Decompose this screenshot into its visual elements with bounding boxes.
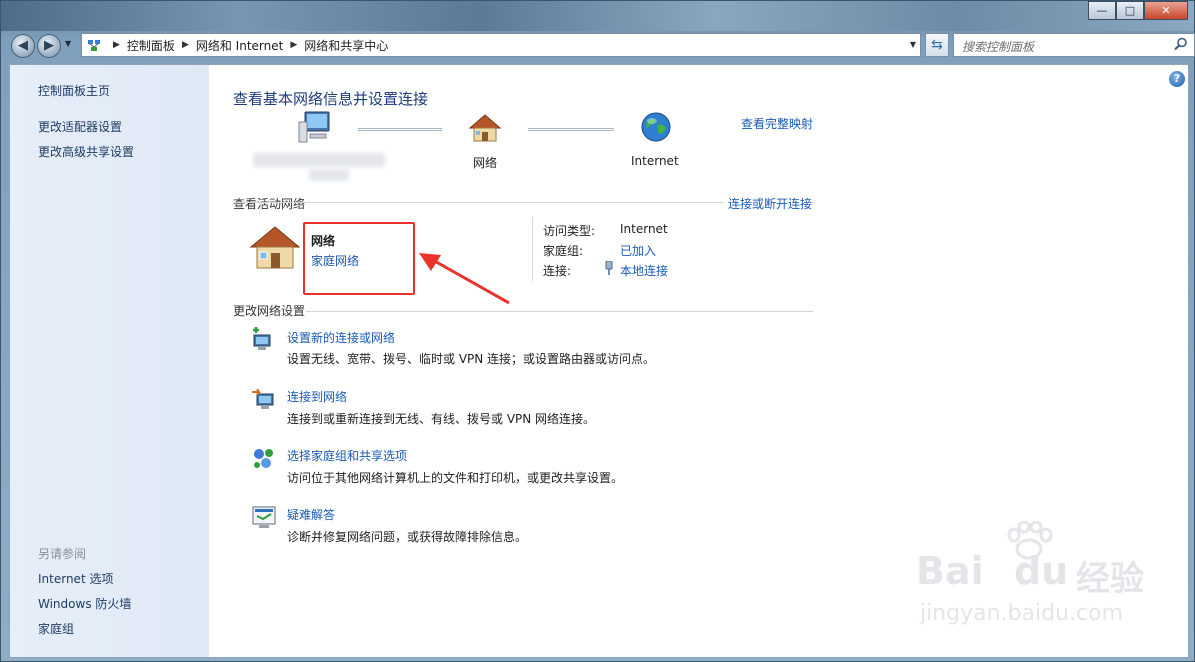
search-box[interactable]: 搜索控制面板 [953, 33, 1195, 57]
task-homegroup-sharing-link[interactable]: 选择家庭组和共享选项 [287, 447, 407, 464]
map-connector [528, 128, 614, 131]
ethernet-icon [605, 261, 613, 275]
address-dropdown-icon[interactable]: ▼ [910, 40, 916, 49]
connections-label: 连接: [543, 264, 572, 278]
watermark-brand: Bai [916, 549, 984, 593]
history-dropdown-icon[interactable]: ▼ [65, 39, 71, 48]
task-setup-connection-desc: 设置无线、宽带、拨号、临时或 VPN 连接；或设置路由器或访问点。 [287, 352, 656, 366]
task-troubleshoot-desc: 诊断并修复网络问题，或获得故障排除信息。 [287, 530, 528, 544]
window-controls: — □ ✕ [1088, 1, 1188, 21]
task-setup-connection-link[interactable]: 设置新的连接或网络 [287, 329, 395, 346]
watermark-url: jingyan.baidu.com [920, 601, 1124, 626]
maximize-button[interactable]: □ [1116, 1, 1144, 20]
blurred-computer-name [253, 153, 385, 167]
breadcrumb-separator-icon[interactable]: ▶ [290, 40, 297, 50]
map-connector [358, 128, 442, 131]
homegroup-label: 家庭组: [543, 244, 584, 258]
sidebar: 控制面板主页 更改适配器设置 更改高级共享设置 另请参阅 Internet 选项… [10, 65, 209, 657]
local-connection-link[interactable]: 本地连接 [620, 262, 668, 279]
baidu-watermark: Bai du 经验 jingyan.baidu.com [916, 521, 1186, 641]
section-divider [306, 311, 813, 312]
network-folder-icon [86, 37, 102, 53]
connect-network-icon [252, 388, 274, 409]
watermark-brand-du: du [1014, 549, 1069, 593]
search-placeholder: 搜索控制面板 [962, 40, 1035, 54]
blurred-computer-name [309, 169, 349, 181]
breadcrumb-separator-icon[interactable]: ▶ [113, 40, 120, 50]
vertical-divider [532, 217, 533, 281]
homegroup-joined-link[interactable]: 已加入 [620, 242, 656, 259]
window: — □ ✕ ◀ ▶ ▼ ▶ 控制面板 ▶ 网络和 Internet ▶ 网络和共… [0, 0, 1195, 662]
sidebar-item-adapter-settings[interactable]: 更改适配器设置 [38, 118, 122, 135]
sidebar-item-homegroup[interactable]: 家庭组 [38, 620, 74, 637]
homegroup-sharing-icon [254, 449, 273, 468]
refresh-button[interactable]: ⇆ [925, 33, 949, 57]
sidebar-item-control-panel-home[interactable]: 控制面板主页 [38, 82, 110, 99]
home-network-icon [468, 114, 502, 142]
home-network-icon [249, 226, 301, 269]
minimize-button[interactable]: — [1088, 1, 1116, 20]
breadcrumb-network-internet[interactable]: 网络和 Internet [196, 37, 283, 54]
see-also-heading: 另请参阅 [38, 547, 87, 561]
navigation-bar: ◀ ▶ ▼ ▶ 控制面板 ▶ 网络和 Internet ▶ 网络和共享中心 ▼ … [9, 33, 1195, 59]
back-button[interactable]: ◀ [11, 34, 35, 58]
page-title: 查看基本网络信息并设置连接 [233, 90, 429, 108]
sidebar-item-windows-firewall[interactable]: Windows 防火墙 [38, 595, 131, 612]
watermark-cn: 经验 [1076, 559, 1144, 599]
access-type-value: Internet [620, 222, 668, 236]
access-type-label: 访问类型: [543, 224, 596, 238]
task-connect-network-link[interactable]: 连接到网络 [287, 388, 347, 405]
sidebar-item-internet-options[interactable]: Internet 选项 [38, 570, 113, 587]
task-connect-network-desc: 连接到或重新连接到无线、有线、拨号或 VPN 网络连接。 [287, 412, 596, 426]
task-homegroup-sharing-desc: 访问位于其他网络计算机上的文件和打印机，或更改共享设置。 [287, 471, 624, 485]
new-connection-icon [253, 327, 271, 350]
sidebar-item-advanced-sharing[interactable]: 更改高级共享设置 [38, 143, 134, 160]
view-full-map-link[interactable]: 查看完整映射 [741, 115, 813, 132]
active-networks-heading: 查看活动网络 [233, 197, 306, 211]
troubleshoot-icon [252, 506, 276, 528]
search-icon[interactable] [1174, 37, 1188, 51]
address-bar[interactable]: ▶ 控制面板 ▶ 网络和 Internet ▶ 网络和共享中心 ▼ [81, 33, 921, 57]
map-internet-label: Internet [631, 154, 679, 168]
help-icon[interactable]: ? [1169, 71, 1185, 87]
change-settings-heading: 更改网络设置 [233, 304, 306, 318]
internet-globe-icon [641, 112, 671, 142]
breadcrumb-control-panel[interactable]: 控制面板 [127, 37, 175, 54]
map-network-label: 网络 [473, 156, 498, 170]
title-bar: — □ ✕ [1, 1, 1194, 31]
connect-disconnect-link[interactable]: 连接或断开连接 [724, 195, 813, 212]
forward-button[interactable]: ▶ [37, 34, 61, 58]
task-troubleshoot-link[interactable]: 疑难解答 [287, 506, 335, 523]
computer-icon [298, 111, 330, 143]
annotation-arrow-icon [419, 253, 510, 305]
breadcrumb-network-sharing-center[interactable]: 网络和共享中心 [304, 37, 388, 54]
highlight-box [303, 222, 415, 295]
breadcrumb-separator-icon[interactable]: ▶ [182, 40, 189, 50]
close-button[interactable]: ✕ [1144, 1, 1188, 20]
